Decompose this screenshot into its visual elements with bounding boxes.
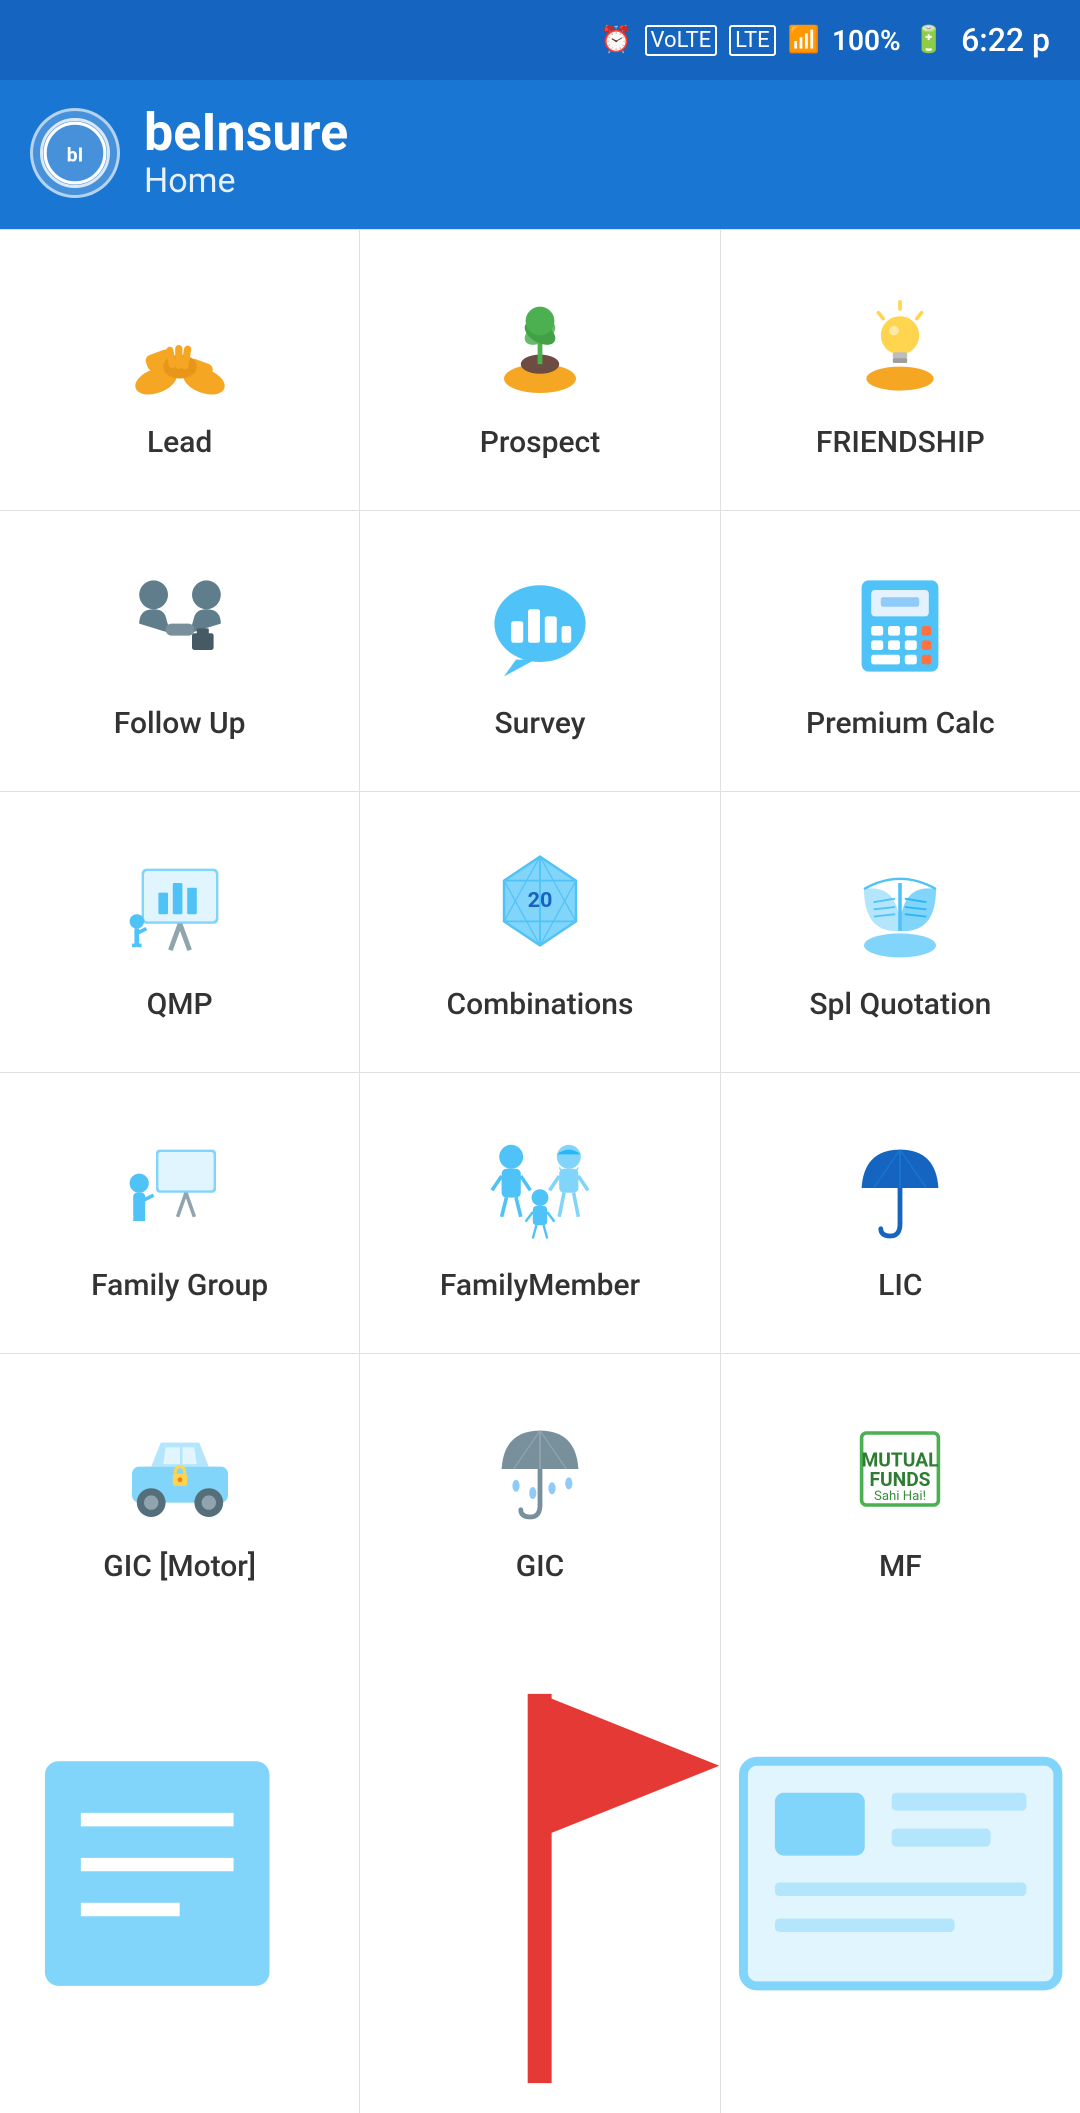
grid-item-spl-quotation[interactable]: Spl Quotation bbox=[721, 792, 1080, 1072]
combinations-icon: 20 bbox=[480, 847, 600, 967]
svg-text:FUNDS: FUNDS bbox=[870, 1467, 931, 1490]
app-title-block: beInsure Home bbox=[144, 104, 348, 201]
gic-motor-icon bbox=[120, 1409, 240, 1529]
grid-item-qmp[interactable]: QMP bbox=[0, 792, 359, 1072]
grid-item-lic[interactable]: LIC bbox=[721, 1073, 1080, 1353]
mf-label: MF bbox=[879, 1549, 922, 1584]
grid-item-gic-motor[interactable]: GIC [Motor] bbox=[0, 1354, 359, 1634]
alarm-icon: ⏰ bbox=[600, 25, 632, 55]
combinations-label: Combinations bbox=[447, 987, 634, 1022]
lic-label: LIC bbox=[878, 1268, 922, 1303]
battery-icon: 🔋 bbox=[913, 25, 945, 55]
bottom-item-2[interactable] bbox=[360, 1634, 719, 2113]
prospect-label: Prospect bbox=[480, 425, 600, 460]
svg-text:bI: bI bbox=[67, 143, 83, 166]
grid-item-followup[interactable]: Follow Up bbox=[0, 511, 359, 791]
app-header: bI beInsure Home bbox=[0, 80, 1080, 229]
svg-text:Sahi Hai!: Sahi Hai! bbox=[874, 1489, 926, 1504]
app-logo: bI bbox=[30, 108, 120, 198]
grid-item-family-group[interactable]: Family Group bbox=[0, 1073, 359, 1353]
qmp-icon bbox=[120, 847, 240, 967]
spl-quotation-label: Spl Quotation bbox=[809, 987, 991, 1022]
family-group-icon bbox=[120, 1128, 240, 1248]
bottom-item-3[interactable] bbox=[721, 1634, 1080, 2113]
grid-item-friendship[interactable]: FRIENDSHIP bbox=[721, 230, 1080, 510]
bottom-item-1[interactable] bbox=[0, 1634, 359, 2113]
spl-quotation-icon bbox=[840, 847, 960, 967]
bottom-partial-row bbox=[0, 1634, 1080, 2113]
sim-icon: LTE bbox=[729, 25, 776, 56]
gic-label: GIC bbox=[516, 1549, 565, 1584]
status-icons: ⏰ VoLTE LTE 📶 100% 🔋 bbox=[600, 24, 945, 57]
gic-icon bbox=[480, 1409, 600, 1529]
grid-item-gic[interactable]: GIC bbox=[360, 1354, 719, 1634]
phone-frame: ⏰ VoLTE LTE 📶 100% 🔋 6:22 p bI beInsure … bbox=[0, 0, 1080, 2113]
gic-motor-label: GIC [Motor] bbox=[103, 1549, 256, 1584]
app-name: beInsure bbox=[144, 104, 348, 161]
signal-icon: 📶 bbox=[788, 25, 820, 55]
main-grid: Lead Prospect bbox=[0, 229, 1080, 1634]
grid-item-combinations[interactable]: 20 Combinations bbox=[360, 792, 719, 1072]
grid-item-premium-calc[interactable]: Premium Calc bbox=[721, 511, 1080, 791]
prospect-icon bbox=[480, 285, 600, 405]
grid-item-family-member[interactable]: FamilyMember bbox=[360, 1073, 719, 1353]
voip-icon: VoLTE bbox=[645, 25, 718, 56]
grid-item-prospect[interactable]: Prospect bbox=[360, 230, 719, 510]
survey-icon bbox=[480, 566, 600, 686]
battery-text: 100% bbox=[832, 24, 901, 57]
lic-icon bbox=[840, 1128, 960, 1248]
qmp-label: QMP bbox=[147, 987, 213, 1022]
screen-name: Home bbox=[144, 161, 348, 201]
lead-label: Lead bbox=[147, 425, 212, 460]
mf-icon: MUTUAL FUNDS Sahi Hai! bbox=[840, 1409, 960, 1529]
friendship-icon bbox=[840, 285, 960, 405]
status-bar: ⏰ VoLTE LTE 📶 100% 🔋 6:22 p bbox=[0, 0, 1080, 80]
followup-icon bbox=[120, 566, 240, 686]
family-group-label: Family Group bbox=[91, 1268, 268, 1303]
lead-icon bbox=[120, 285, 240, 405]
premium-calc-icon bbox=[840, 566, 960, 686]
logo-svg: bI bbox=[43, 121, 107, 185]
followup-label: Follow Up bbox=[114, 706, 246, 741]
grid-item-mf[interactable]: MUTUAL FUNDS Sahi Hai! MF bbox=[721, 1354, 1080, 1634]
family-member-icon bbox=[480, 1128, 600, 1248]
svg-text:20: 20 bbox=[528, 888, 553, 913]
friendship-label: FRIENDSHIP bbox=[816, 425, 985, 460]
premium-calc-label: Premium Calc bbox=[806, 706, 995, 741]
family-member-label: FamilyMember bbox=[440, 1268, 640, 1303]
app-logo-inner: bI bbox=[40, 118, 110, 188]
survey-label: Survey bbox=[495, 706, 586, 741]
grid-item-lead[interactable]: Lead bbox=[0, 230, 359, 510]
grid-item-survey[interactable]: Survey bbox=[360, 511, 719, 791]
clock: 6:22 p bbox=[961, 21, 1050, 59]
